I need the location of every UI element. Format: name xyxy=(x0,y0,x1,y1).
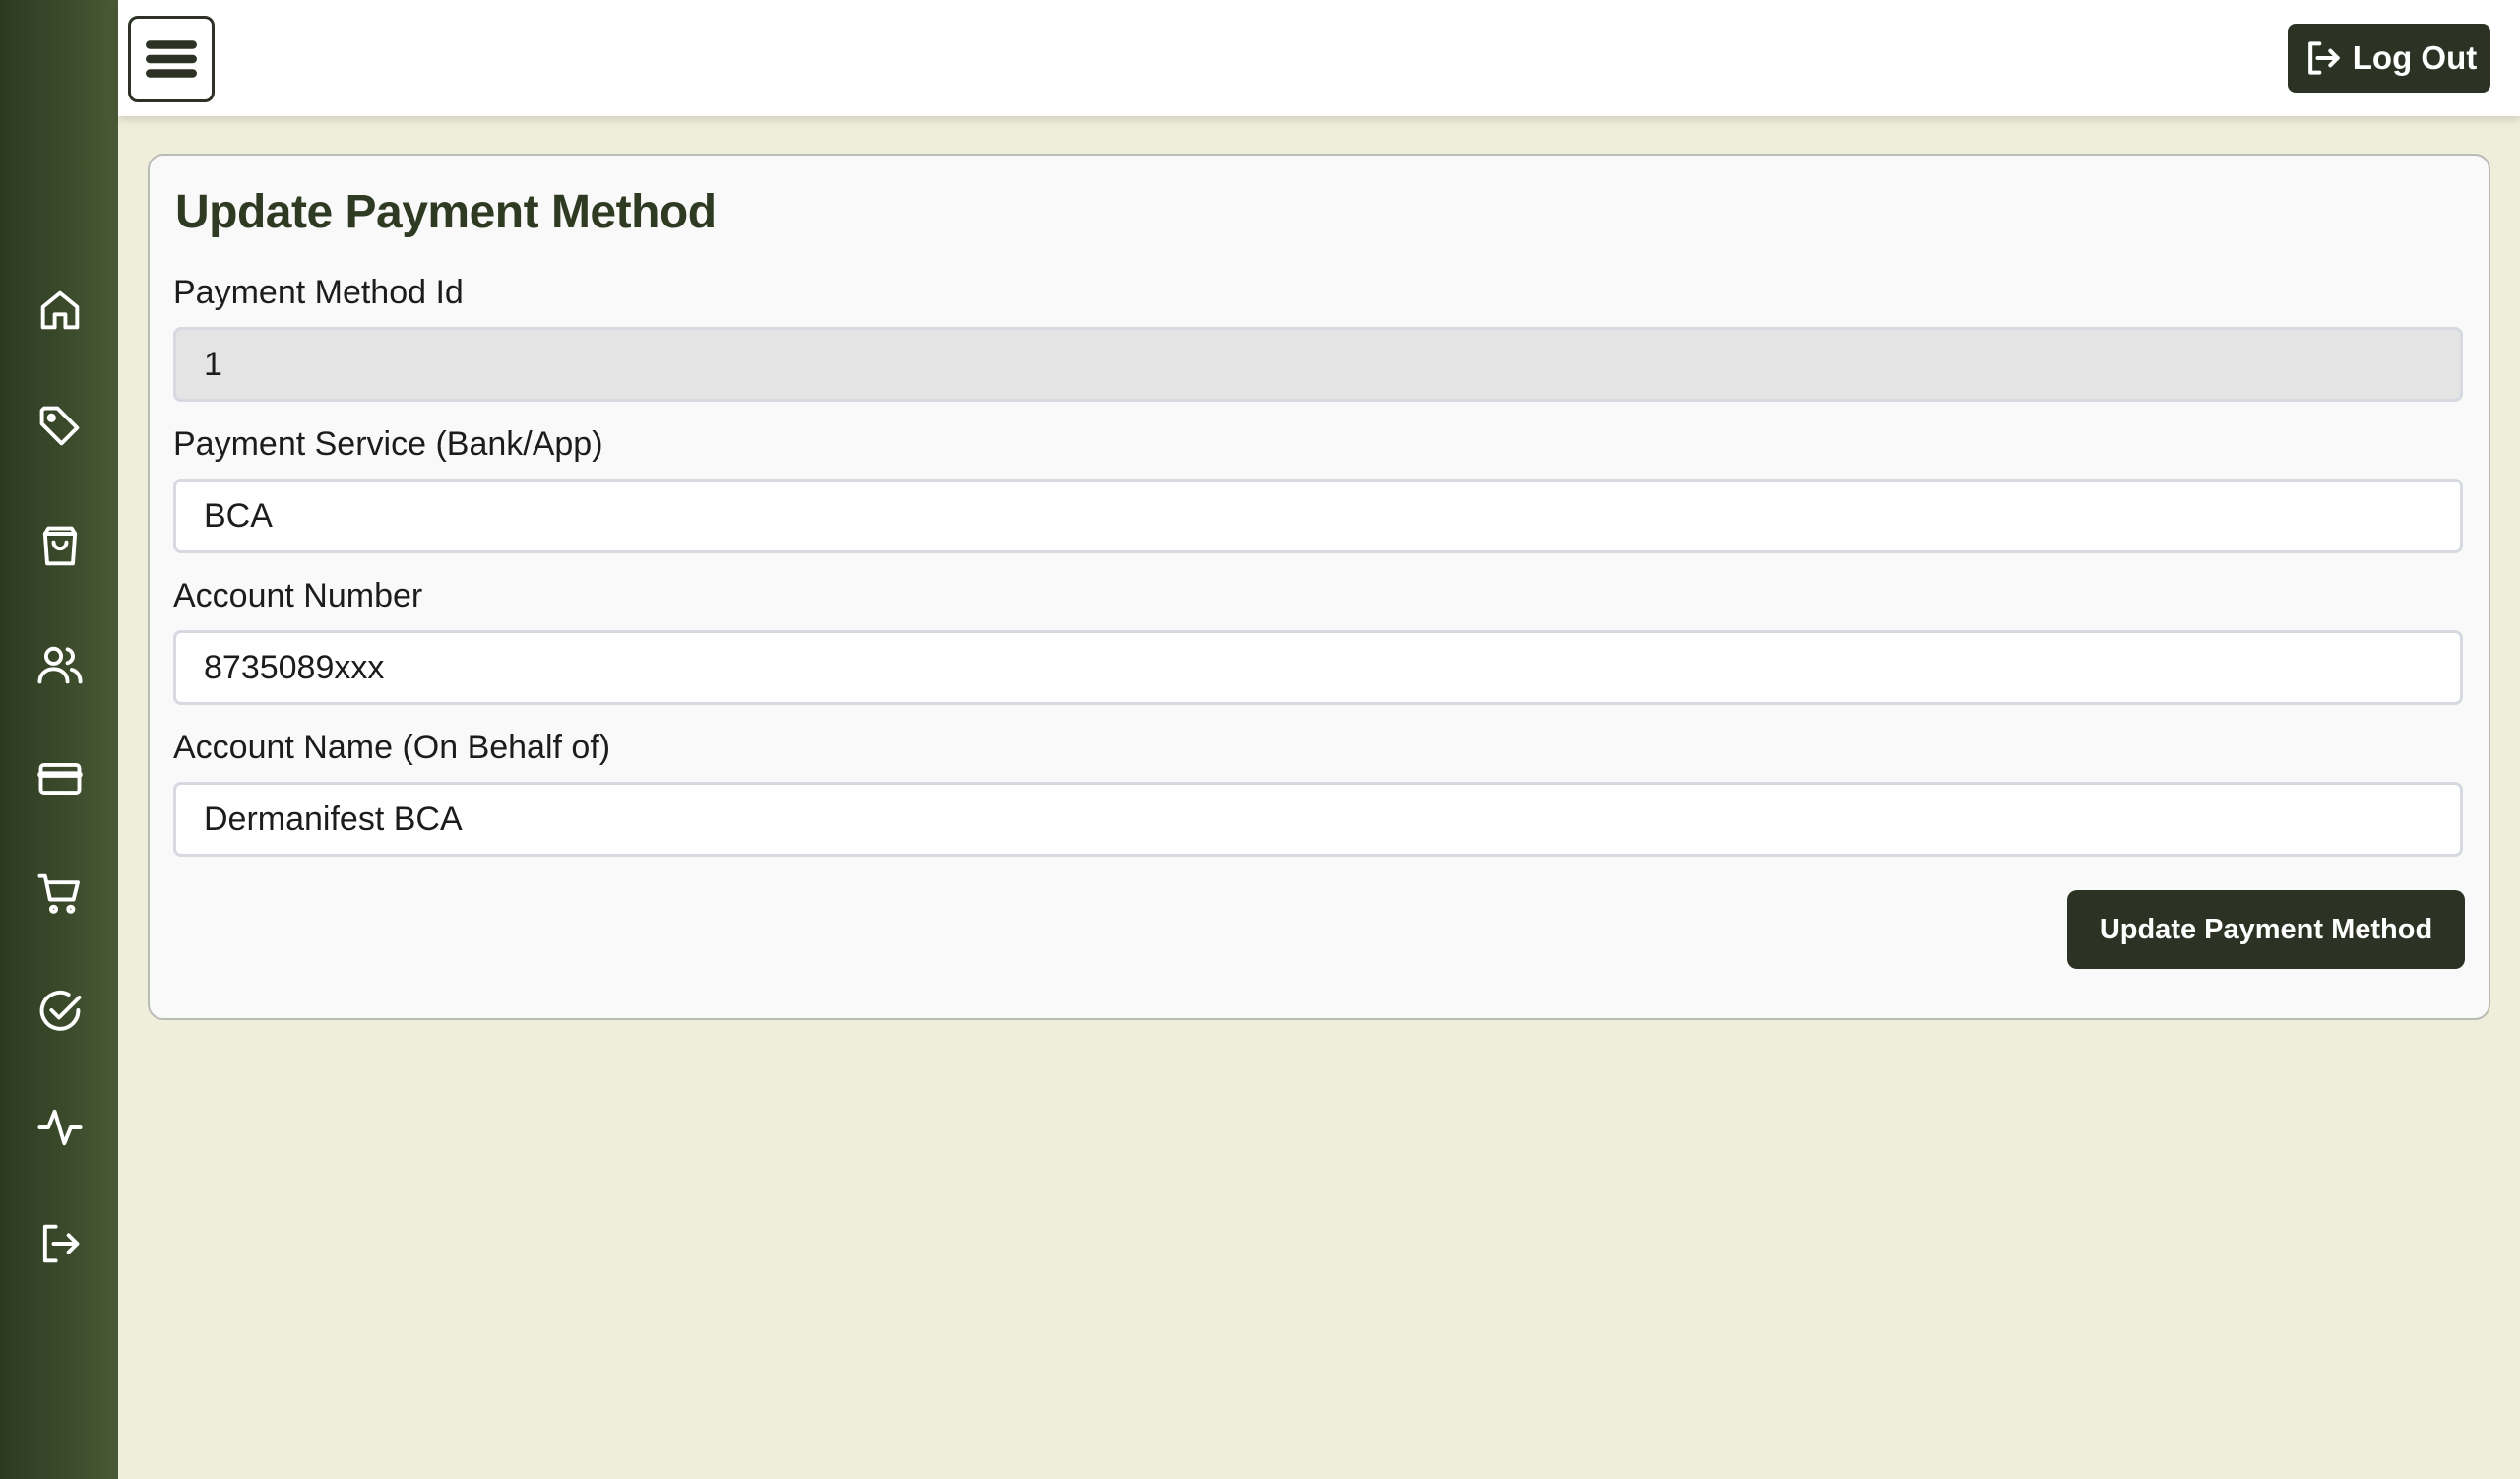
sidebar-item-users[interactable] xyxy=(30,634,91,695)
payment-service-input[interactable] xyxy=(173,479,2463,553)
payment-service-label: Payment Service (Bank/App) xyxy=(173,425,603,463)
payment-method-id-input[interactable] xyxy=(173,327,2463,402)
hamburger-menu-icon xyxy=(146,40,197,78)
logout-icon xyxy=(2307,41,2340,75)
activity-icon xyxy=(37,1109,83,1146)
payment-method-id-label: Payment Method Id xyxy=(173,274,464,311)
update-payment-method-card: Update Payment Method Payment Method Id … xyxy=(148,154,2490,1020)
logout-icon xyxy=(42,1224,80,1263)
menu-toggle-button[interactable] xyxy=(128,16,215,102)
sidebar-item-completed[interactable] xyxy=(30,981,91,1042)
sidebar-item-products[interactable] xyxy=(30,396,91,457)
account-number-input[interactable] xyxy=(173,630,2463,705)
sidebar-item-cart[interactable] xyxy=(30,863,91,924)
sidebar-item-logout[interactable] xyxy=(30,1213,91,1274)
update-payment-method-button[interactable]: Update Payment Method xyxy=(2067,890,2465,969)
account-number-label: Account Number xyxy=(173,577,423,614)
sidebar xyxy=(0,0,118,1479)
page-title: Update Payment Method xyxy=(175,186,717,238)
tag-icon xyxy=(39,406,80,446)
sidebar-item-payment-methods[interactable] xyxy=(30,748,91,809)
sidebar-item-orders[interactable] xyxy=(30,516,91,577)
cart-icon xyxy=(37,873,80,914)
top-bar: Log Out xyxy=(118,0,2520,116)
logout-button[interactable]: Log Out xyxy=(2288,24,2490,93)
sidebar-item-activity[interactable] xyxy=(30,1097,91,1158)
sidebar-item-home[interactable] xyxy=(30,280,91,341)
credit-card-icon xyxy=(37,762,83,796)
account-name-input[interactable] xyxy=(173,782,2463,857)
shopping-bag-icon xyxy=(42,526,78,566)
logout-button-label: Log Out xyxy=(2352,39,2478,76)
check-circle-icon xyxy=(39,991,82,1031)
users-icon xyxy=(37,646,83,684)
home-icon xyxy=(40,290,80,330)
account-name-label: Account Name (On Behalf of) xyxy=(173,729,611,766)
